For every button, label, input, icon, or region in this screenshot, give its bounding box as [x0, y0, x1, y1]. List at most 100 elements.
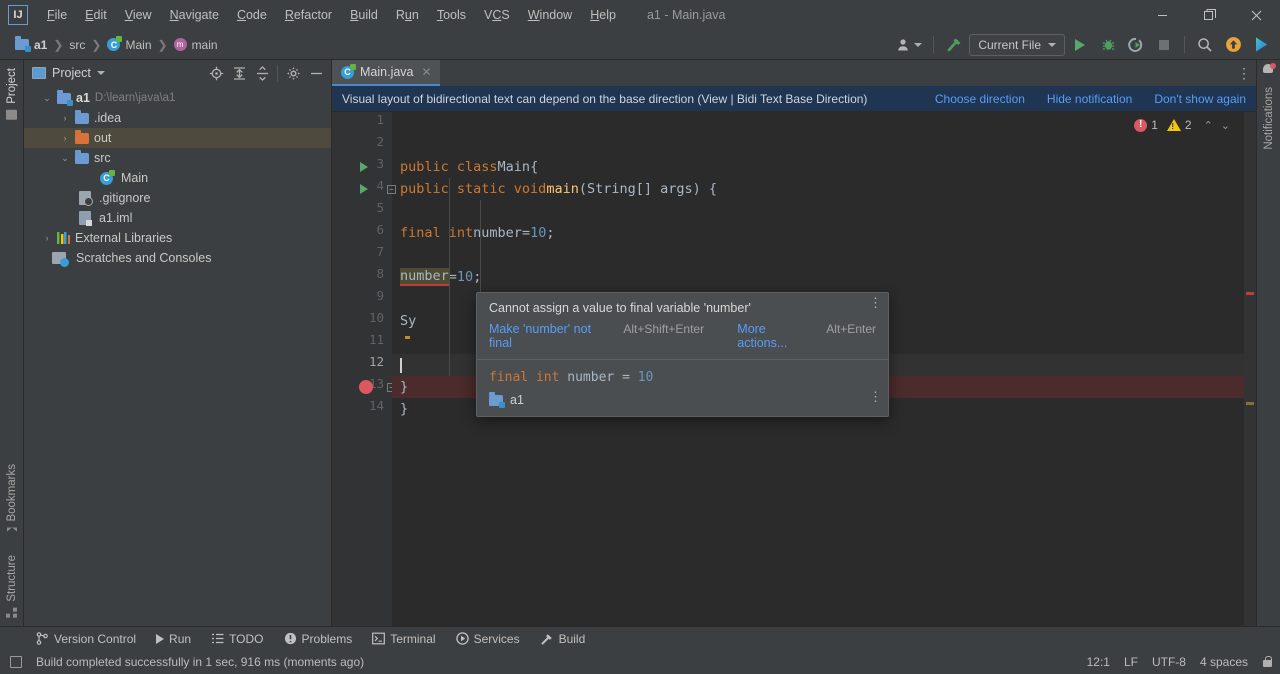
- close-button[interactable]: [1233, 0, 1280, 30]
- menu-file[interactable]: File: [38, 4, 76, 26]
- chevron-right-icon[interactable]: ›: [60, 113, 70, 123]
- update-available-button[interactable]: [1220, 33, 1246, 57]
- breadcrumb-item-module[interactable]: a1: [10, 36, 52, 54]
- tool-window-run[interactable]: Run: [146, 630, 201, 648]
- select-opened-file-button[interactable]: [205, 62, 227, 84]
- tree-item-main-class[interactable]: C Main: [24, 168, 331, 188]
- sidebar-tab-structure[interactable]: Structure: [3, 539, 21, 626]
- menu-vcs[interactable]: VCS: [475, 4, 519, 26]
- line-number: 14: [368, 398, 384, 413]
- close-icon[interactable]: ✕: [422, 65, 432, 79]
- stop-button[interactable]: [1151, 33, 1177, 57]
- run-method-gutter-icon[interactable]: [360, 184, 368, 194]
- expand-all-button[interactable]: [228, 62, 250, 84]
- ide-assistant-button[interactable]: [1248, 33, 1274, 57]
- intellij-logo-icon: IJ: [8, 5, 28, 25]
- chevron-down-icon[interactable]: ⌄: [60, 153, 70, 164]
- notifications-bell-icon[interactable]: [1262, 63, 1276, 77]
- tree-item-external-libraries[interactable]: › External Libraries: [24, 228, 331, 248]
- popup-preview-code: final int number = 10: [489, 370, 654, 385]
- make-not-final-action[interactable]: Make 'number' not final: [489, 322, 614, 350]
- breadcrumb-item-class[interactable]: C Main: [102, 36, 156, 54]
- inspection-popup[interactable]: Cannot assign a value to final variable …: [476, 292, 889, 417]
- hide-notification-link[interactable]: Hide notification: [1047, 92, 1132, 106]
- next-problem-icon[interactable]: ⌄: [1219, 119, 1232, 132]
- popup-scope-label: a1: [510, 393, 524, 407]
- line-separator[interactable]: LF: [1124, 655, 1138, 669]
- run-with-coverage-button[interactable]: [1123, 33, 1149, 57]
- run-button[interactable]: [1067, 33, 1093, 57]
- menu-view[interactable]: View: [116, 4, 161, 26]
- chevron-right-icon[interactable]: ›: [60, 133, 70, 143]
- editor-gutter[interactable]: 1 2 3 4 − 5 6 7 8 9 10 11 12 13 14: [332, 112, 396, 626]
- maximize-button[interactable]: [1186, 0, 1233, 30]
- editor-tab-main-java[interactable]: C Main.java ✕: [332, 60, 440, 86]
- chevron-down-icon[interactable]: ⌄: [42, 93, 52, 104]
- debug-button[interactable]: [1095, 33, 1121, 57]
- breakpoint-icon[interactable]: [359, 380, 373, 394]
- tree-item-a1[interactable]: ⌄ a1 D:\learn\java\a1: [24, 88, 331, 108]
- tree-item-label: src: [94, 151, 111, 165]
- code-line-error: number = 10;: [400, 268, 482, 286]
- file-encoding[interactable]: UTF-8: [1152, 655, 1186, 669]
- hide-panel-button[interactable]: [305, 62, 327, 84]
- warning-count: 2: [1184, 118, 1192, 132]
- more-actions-link[interactable]: More actions...: [737, 322, 817, 350]
- tree-item-out[interactable]: › out: [24, 128, 331, 148]
- more-options-icon[interactable]: ⋮: [869, 390, 882, 403]
- run-configuration-selector[interactable]: Current File: [969, 33, 1065, 56]
- tool-window-build[interactable]: Build: [530, 630, 596, 648]
- menu-run[interactable]: Run: [387, 4, 428, 26]
- sidebar-tab-project[interactable]: Project: [3, 60, 21, 128]
- code-editor[interactable]: 1 2 3 4 − 5 6 7 8 9 10 11 12 13 14 publi…: [332, 112, 1256, 626]
- tree-item-src[interactable]: ⌄ src: [24, 148, 331, 168]
- menu-edit[interactable]: Edit: [76, 4, 116, 26]
- menu-help[interactable]: Help: [581, 4, 625, 26]
- user-avatar-icon[interactable]: [892, 33, 926, 57]
- menu-navigate[interactable]: Navigate: [161, 4, 228, 26]
- tool-window-services[interactable]: Services: [446, 630, 530, 648]
- chevron-down-icon[interactable]: [96, 71, 105, 75]
- caret-position[interactable]: 12:1: [1087, 655, 1110, 669]
- menu-code[interactable]: Code: [228, 4, 276, 26]
- dont-show-again-link[interactable]: Don't show again: [1154, 92, 1246, 106]
- read-only-lock-icon[interactable]: [1262, 656, 1272, 668]
- stripe-mark-error[interactable]: [1246, 292, 1254, 295]
- build-hammer-icon[interactable]: [941, 33, 967, 57]
- editor-options-button[interactable]: ⋮: [1232, 60, 1256, 86]
- line-number: 6: [376, 222, 384, 237]
- tree-item-gitignore[interactable]: .gitignore: [24, 188, 331, 208]
- run-class-gutter-icon[interactable]: [360, 162, 368, 172]
- previous-problem-icon[interactable]: ⌃: [1202, 119, 1215, 132]
- inspection-widget[interactable]: ! 1 2 ⌃ ⌄: [1134, 118, 1232, 132]
- tree-item-idea[interactable]: › .idea: [24, 108, 331, 128]
- tool-window-terminal[interactable]: Terminal: [362, 630, 445, 648]
- search-everywhere-button[interactable]: [1192, 33, 1218, 57]
- choose-direction-link[interactable]: Choose direction: [935, 92, 1025, 106]
- chevron-right-icon[interactable]: ›: [42, 233, 52, 243]
- module-folder-icon: [489, 391, 505, 408]
- tool-window-version-control[interactable]: Version Control: [26, 630, 146, 648]
- indent-setting[interactable]: 4 spaces: [1200, 655, 1248, 669]
- menu-window[interactable]: Window: [519, 4, 581, 26]
- tree-item-label: Scratches and Consoles: [76, 251, 212, 265]
- tree-item-scratches[interactable]: Scratches and Consoles: [24, 248, 331, 268]
- minimize-button[interactable]: [1139, 0, 1186, 30]
- sidebar-tab-notifications[interactable]: Notifications: [1260, 79, 1278, 154]
- menu-tools[interactable]: Tools: [428, 4, 475, 26]
- text-caret: [400, 357, 402, 373]
- breadcrumb-item-src[interactable]: src: [64, 36, 90, 54]
- tree-item-iml[interactable]: a1.iml: [24, 208, 331, 228]
- menu-build[interactable]: Build: [341, 4, 387, 26]
- tool-window-todo[interactable]: TODO: [201, 630, 273, 648]
- stripe-mark-warning[interactable]: [1246, 402, 1254, 405]
- more-options-icon[interactable]: ⋮: [869, 296, 882, 309]
- breadcrumb-item-method[interactable]: m main: [169, 36, 223, 54]
- error-stripe[interactable]: [1244, 112, 1256, 626]
- menu-refactor[interactable]: Refactor: [276, 4, 341, 26]
- collapse-all-button[interactable]: [251, 62, 273, 84]
- settings-gear-button[interactable]: [282, 62, 304, 84]
- tool-window-problems[interactable]: Problems: [274, 630, 363, 648]
- sidebar-tab-bookmarks[interactable]: Bookmarks: [3, 450, 21, 540]
